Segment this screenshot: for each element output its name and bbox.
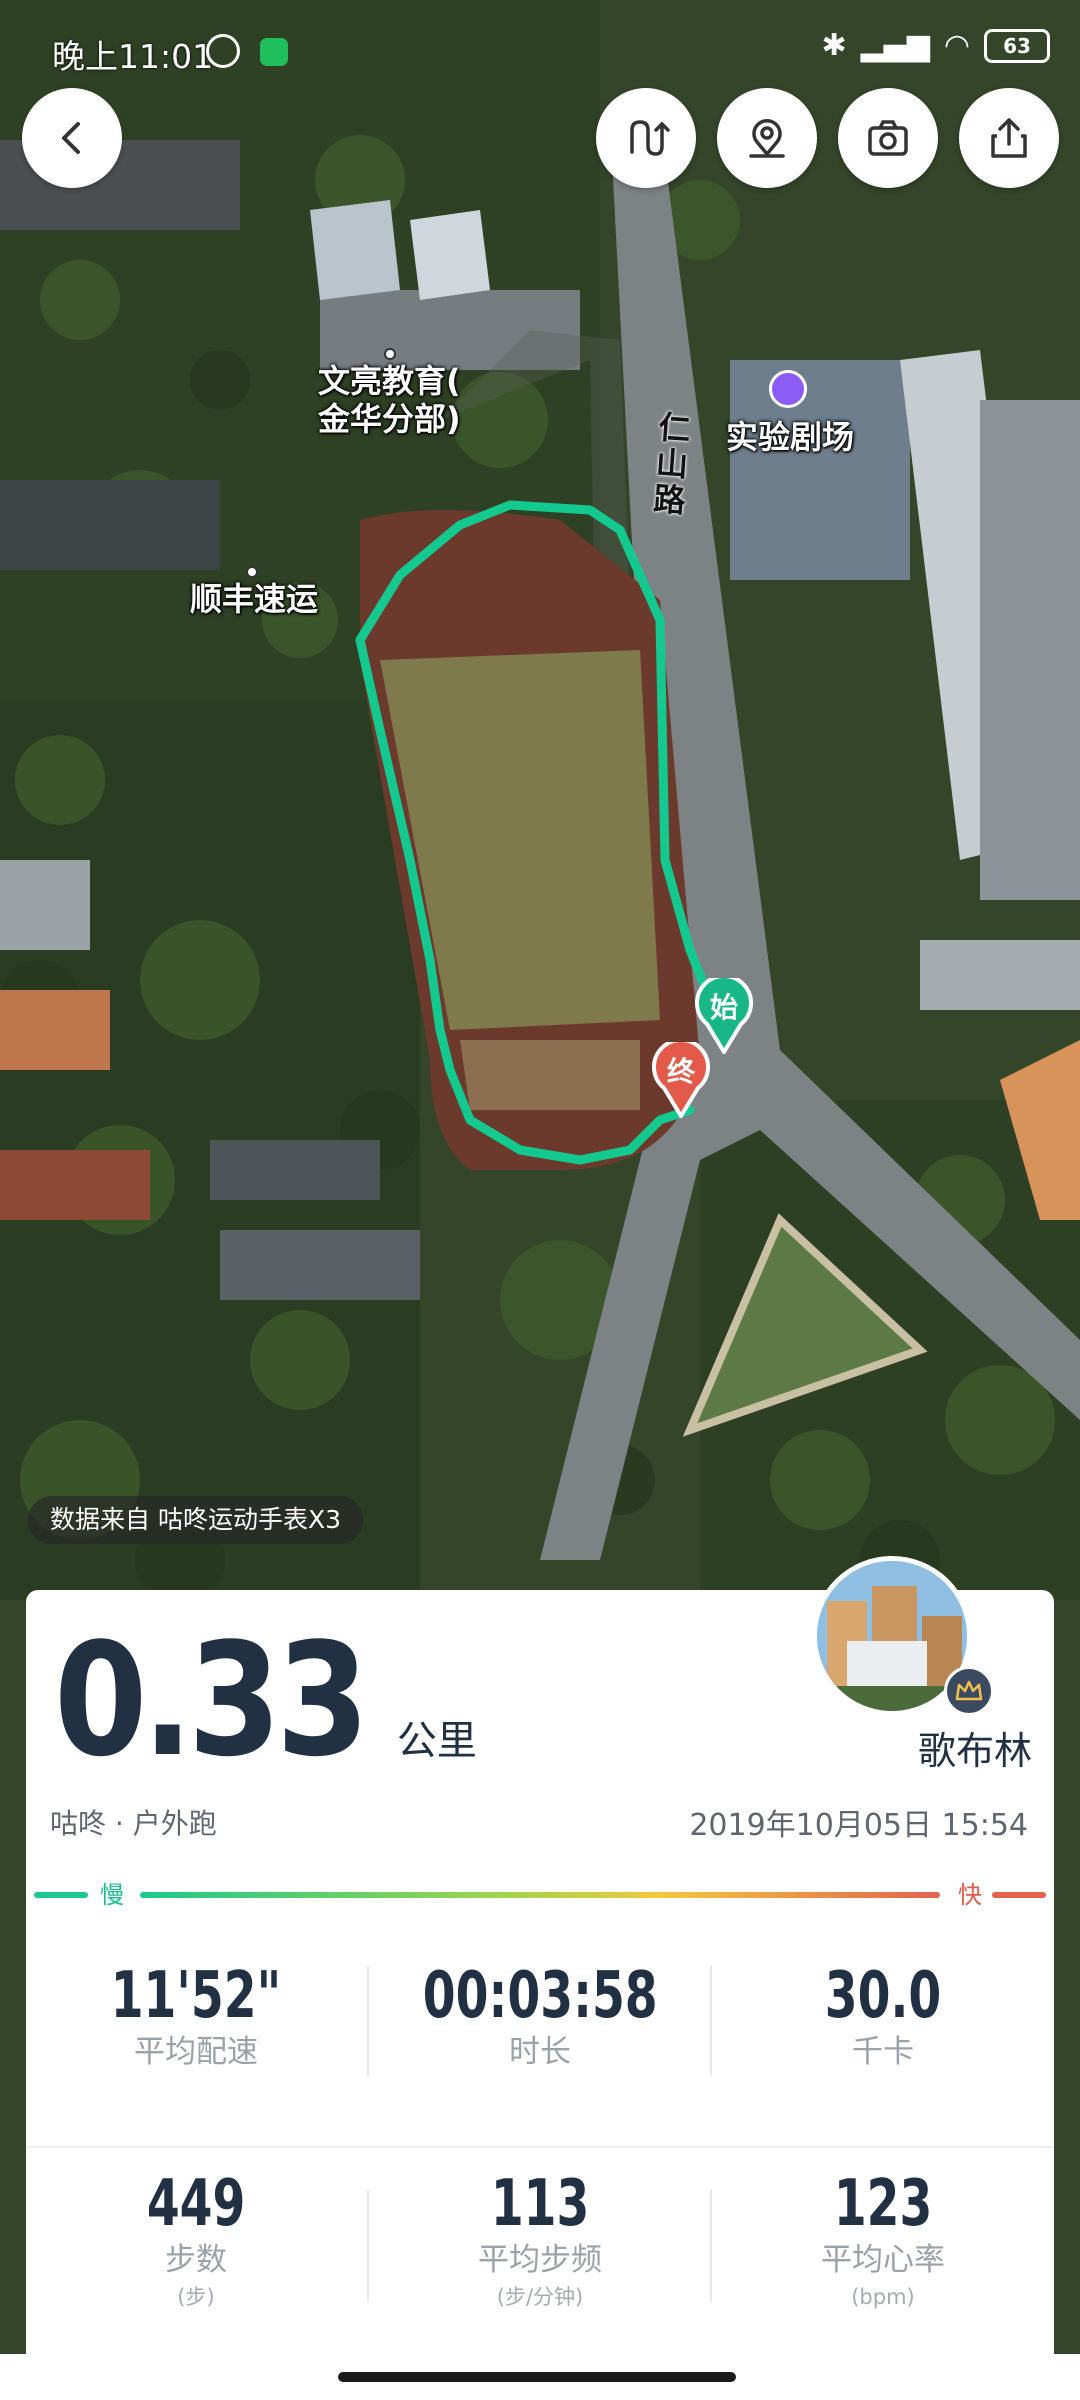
share-icon — [991, 118, 1027, 158]
stat-value: 449 — [146, 2167, 246, 2241]
data-source-chip: 数据来自 咕咚运动手表X3 — [28, 1496, 363, 1544]
poi-label-wenliang[interactable]: 文亮教育( 金华分部) — [318, 362, 461, 438]
activity-date: 2019年10月05日 15:54 — [689, 1808, 1028, 1843]
route-toggle-button[interactable] — [596, 88, 696, 188]
road-label: 仁山路 — [652, 408, 692, 520]
poi-label-theater[interactable]: 实验剧场 — [726, 418, 854, 456]
stat-value: 30.0 — [824, 1959, 942, 2033]
stat-calories: 30.0 千卡 — [713, 1960, 1053, 2072]
stat-steps: 449 步数 (步) — [26, 2168, 366, 2314]
route-icon — [630, 120, 670, 156]
stat-label: 千卡 — [852, 2034, 914, 2070]
stat-label: 步数 — [165, 2242, 227, 2278]
stat-unit: (bpm) — [851, 2285, 915, 2309]
camera-icon — [868, 120, 908, 156]
pace-fast-tick — [992, 1892, 1046, 1898]
divider — [367, 1966, 369, 2076]
distance-block: 0.33 公里 — [54, 1609, 477, 1791]
camera-button[interactable] — [838, 88, 938, 188]
distance-unit: 公里 — [396, 1718, 477, 1764]
stat-value: 11'52" — [110, 1959, 282, 2033]
alarm-icon — [206, 34, 240, 68]
poi-dot — [384, 348, 396, 360]
stat-value: 123 — [833, 2167, 933, 2241]
pace-gradient — [140, 1892, 940, 1898]
stat-heart-rate: 123 平均心率 (bpm) — [713, 2168, 1053, 2314]
stat-duration: 00:03:58 时长 — [370, 1960, 710, 2072]
pace-scale: 慢 快 — [34, 1880, 1046, 1910]
stat-unit: (步) — [177, 2285, 215, 2309]
stat-unit: (步/分钟) — [496, 2285, 584, 2309]
signal-icon: ▂▄▆ — [860, 28, 930, 63]
status-bar: 晚上11:01 ✱ ▂▄▆ ◠ 63 — [0, 0, 1080, 100]
start-marker-label: 始 — [709, 991, 738, 1024]
theater-icon[interactable] — [769, 370, 807, 408]
crown-badge-icon — [944, 1666, 994, 1716]
chevron-left-icon — [62, 122, 80, 154]
location-pin-icon — [749, 118, 785, 158]
stat-label: 平均配速 — [134, 2034, 258, 2070]
stat-value: 00:03:58 — [422, 1959, 658, 2033]
stat-value: 113 — [490, 2167, 590, 2241]
stat-label: 时长 — [509, 2034, 571, 2070]
stat-avg-pace: 11'52" 平均配速 — [26, 1960, 366, 2072]
stat-cadence: 113 平均步频 (步/分钟) — [370, 2168, 710, 2314]
battery-icon: 63 — [984, 28, 1050, 63]
row-divider — [26, 2146, 1054, 2148]
activity-type: 咕咚 · 户外跑 — [50, 1807, 217, 1840]
stat-label: 平均心率 — [821, 2242, 945, 2278]
pace-fast-label: 快 — [958, 1881, 982, 1909]
distance-value: 0.33 — [54, 1609, 370, 1791]
share-button[interactable] — [959, 88, 1059, 188]
bluetooth-icon: ✱ — [821, 28, 847, 63]
end-marker[interactable]: 终 — [652, 1042, 710, 1118]
wifi-icon: ◠ — [943, 28, 970, 63]
divider — [710, 2190, 712, 2302]
divider — [710, 1966, 712, 2076]
stat-label: 平均步频 — [478, 2242, 602, 2278]
poi-label-shunfeng[interactable]: 顺丰速运 — [190, 580, 318, 618]
user-name[interactable]: 歌布林 — [918, 1720, 1032, 1775]
poi-dot — [246, 566, 258, 578]
status-time: 晚上11:01 — [52, 37, 214, 76]
app-notification-icon — [260, 38, 288, 66]
pace-slow-tick — [34, 1892, 88, 1898]
back-button[interactable] — [22, 88, 122, 188]
end-marker-label: 终 — [666, 1055, 695, 1088]
pace-slow-label: 慢 — [100, 1881, 124, 1909]
home-indicator[interactable] — [338, 2372, 736, 2382]
divider — [367, 2190, 369, 2302]
location-button[interactable] — [717, 88, 817, 188]
